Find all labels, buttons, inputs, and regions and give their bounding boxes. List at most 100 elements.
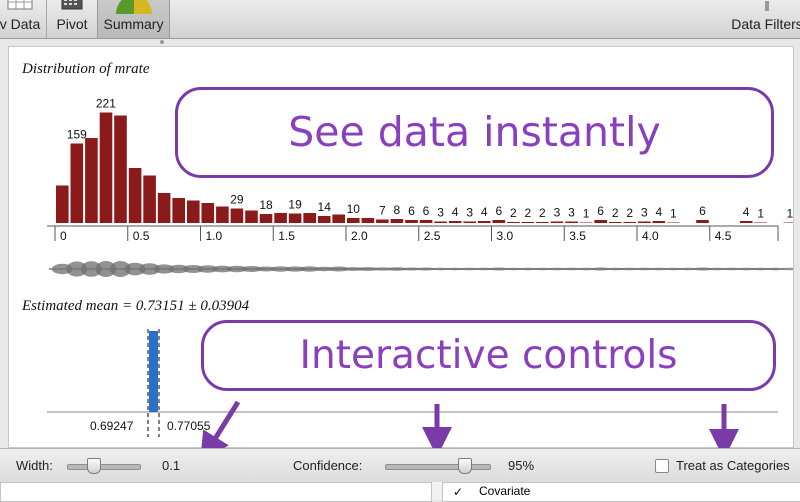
covariate-label: Covariate: [479, 484, 531, 498]
histogram-bar: [99, 112, 113, 223]
histogram-bar: [216, 206, 229, 223]
histogram-bar: [419, 220, 433, 223]
x-tick-label: 4.0: [642, 229, 659, 243]
callout-interactive: Interactive controls: [201, 320, 776, 391]
toolbar: v Data Pivot Summary Data Filters: [0, 0, 800, 44]
confidence-slider-thumb[interactable]: [458, 458, 472, 474]
x-tick-label: 2.5: [424, 229, 441, 243]
width-value: 0.1: [162, 458, 181, 473]
width-label: Width:: [16, 458, 53, 473]
data-filters-button[interactable]: Data Filters: [722, 0, 800, 38]
histogram-bar: [157, 193, 171, 223]
summary-button[interactable]: Summary: [97, 0, 170, 38]
pivot-label: Pivot: [56, 16, 88, 32]
bottom-left-panel: [0, 482, 432, 502]
histogram-bar: [565, 221, 578, 223]
toolbar-resize-dot: [160, 40, 164, 44]
histogram-data-label: 6: [495, 204, 502, 218]
pivot-grid-icon: [61, 0, 83, 13]
histogram-bar: [332, 214, 345, 223]
summary-label: Summary: [103, 16, 164, 32]
histogram-bar: [172, 198, 185, 223]
histogram-data-label: 3: [641, 206, 648, 220]
histogram-bar: [477, 221, 491, 223]
pie-chart-icon: [114, 0, 154, 17]
histogram-bar: [274, 213, 287, 223]
histogram-data-label: 4: [452, 205, 459, 219]
histogram-bar: [405, 220, 418, 223]
x-tick-label: 4.5: [715, 229, 732, 243]
ci-upper-label: 0.77055: [167, 419, 211, 433]
histogram-bar: [230, 208, 244, 223]
histogram-bar: [201, 203, 215, 223]
histogram-bar: [128, 168, 142, 223]
histogram-data-label: 2: [612, 206, 619, 220]
histogram-bar: [56, 185, 69, 223]
covariate-check-icon: ✓: [453, 485, 464, 499]
histogram-bar: [317, 216, 331, 223]
histogram-bar: [652, 221, 666, 223]
histogram-bar: [448, 221, 462, 223]
pivot-button[interactable]: Pivot: [48, 0, 96, 38]
histogram-bar: [696, 220, 709, 223]
histogram-bar: [579, 222, 593, 223]
histogram-data-label: 1: [583, 207, 590, 221]
data-filters-label: Data Filters: [731, 16, 800, 32]
histogram-bar: [143, 175, 156, 223]
histogram-bar: [536, 222, 549, 223]
treat-as-categories-checkbox[interactable]: [655, 459, 669, 473]
histogram-data-label: 4: [743, 205, 750, 219]
width-slider[interactable]: [67, 458, 141, 474]
callout-see-data: See data instantly: [175, 87, 774, 178]
controls-bar: Width: 0.1 Confidence: 95% Treat as Cate…: [0, 448, 800, 483]
treat-as-categories-label: Treat as Categories: [676, 458, 790, 473]
histogram-data-label: 4: [655, 205, 662, 219]
histogram-data-label: 18: [259, 198, 273, 212]
histogram-data-label: 2: [510, 206, 517, 220]
x-tick-label: 3.0: [497, 229, 514, 243]
histogram-bar: [608, 222, 622, 223]
bottom-area: ✓ Covariate: [0, 482, 800, 502]
summary-panel: Distribution of mrate 159 221 29 18 19 14 10 7 8…: [8, 46, 794, 448]
filter-icon: [762, 0, 772, 14]
table-icon: [7, 0, 33, 13]
mean-title: Estimated mean = 0.73151 ± 0.03904: [22, 298, 250, 314]
histogram-bar: [245, 210, 258, 223]
histogram-data-label: 7: [379, 204, 386, 218]
x-tick-label: 2.0: [351, 229, 368, 243]
histogram-bar: [70, 143, 84, 223]
histogram-data-label: 3: [466, 206, 473, 220]
histogram-data-label: 1: [786, 207, 793, 221]
histogram-bar: [376, 219, 389, 223]
view-data-button[interactable]: v Data: [0, 0, 44, 38]
ci-lower-label: 0.69247: [90, 419, 134, 433]
histogram-bar: [463, 221, 476, 223]
width-slider-thumb[interactable]: [87, 458, 102, 474]
histogram-bar: [667, 222, 680, 223]
x-tick-label: 3.5: [569, 229, 586, 243]
histogram-data-label: 2: [626, 206, 633, 220]
confidence-slider[interactable]: [385, 458, 491, 474]
histogram-bar: [754, 222, 767, 223]
histogram-data-label: 6: [423, 204, 430, 218]
histogram-bar: [594, 220, 607, 223]
x-tick-label: 1.5: [278, 229, 295, 243]
histogram-bar: [434, 221, 447, 223]
histogram-data-label: 19: [288, 198, 302, 212]
histogram-data-label: 8: [394, 203, 401, 217]
histogram-data-label: 3: [554, 206, 561, 220]
histogram-data-label: 1: [757, 207, 764, 221]
histogram-bar: [783, 222, 793, 223]
histogram-data-label: 1: [670, 207, 677, 221]
histogram-bar: [390, 219, 404, 223]
histogram-data-label: 14: [318, 200, 332, 214]
distribution-strip: [49, 261, 793, 277]
histogram-bar: [347, 218, 360, 223]
histogram-data-label: 6: [408, 204, 415, 218]
histogram-bar: [638, 221, 651, 223]
histogram-data-label: 10: [347, 202, 361, 216]
histogram-title: Distribution of mrate: [22, 61, 150, 77]
view-data-label: v Data: [0, 16, 41, 32]
histogram-data-label: 2: [525, 206, 532, 220]
histogram-bar: [361, 218, 375, 223]
